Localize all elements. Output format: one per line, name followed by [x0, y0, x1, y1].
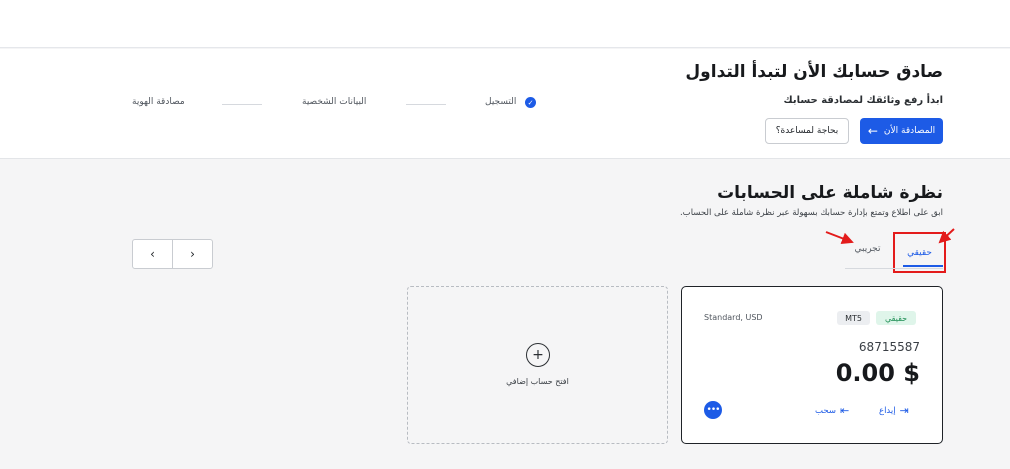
- tabs-divider: [845, 268, 943, 269]
- active-tab-indicator: [903, 265, 943, 267]
- card-pager: ‹ ›: [132, 239, 213, 269]
- verify-now-button[interactable]: المصادقة الأن ←: [860, 118, 943, 144]
- pager-next-button[interactable]: ›: [173, 240, 212, 268]
- check-icon: ✓: [525, 97, 536, 108]
- add-account-label: افتح حساب إضافي: [506, 377, 569, 386]
- verification-subtitle: ابدأ رفع وثائقك لمصادقة حسابك: [783, 95, 943, 106]
- verify-now-label: المصادقة الأن: [883, 126, 936, 136]
- account-number: 68715587: [858, 340, 920, 354]
- withdraw-button[interactable]: ⇤ سحب: [815, 404, 849, 417]
- account-type-badge: حقيقي: [876, 311, 916, 325]
- pager-prev-button[interactable]: ‹: [133, 240, 173, 268]
- plus-icon: +: [526, 343, 550, 367]
- step-divider: [222, 104, 262, 105]
- more-options-icon[interactable]: •••: [704, 401, 722, 419]
- deposit-icon: ⇥: [899, 404, 909, 417]
- need-help-button[interactable]: بحاجة لمساعدة؟: [765, 118, 849, 144]
- verification-title: صادق حسابك الأن لتبدأ التداول: [685, 62, 943, 82]
- accounts-title: نظرة شاملة على الحسابات: [717, 183, 943, 203]
- annotation-arrow-left: [825, 231, 854, 245]
- arrow-left-icon: ←: [867, 124, 878, 138]
- tab-demo[interactable]: تجريبي: [845, 244, 890, 254]
- step-personal-data: البيانات الشخصية: [302, 97, 367, 107]
- deposit-button[interactable]: ⇥ إيداع: [879, 404, 909, 417]
- step-registration: التسجيل: [485, 97, 517, 107]
- add-account-card[interactable]: + افتح حساب إضافي: [407, 286, 668, 444]
- account-balance: 0.00 $: [835, 359, 920, 387]
- step-divider: [406, 104, 446, 105]
- verification-banner: صادق حسابك الأن لتبدأ التداول ابدأ رفع و…: [0, 49, 1010, 159]
- deposit-label: إيداع: [879, 405, 896, 416]
- account-currency-type: Standard, USD: [704, 313, 763, 322]
- withdraw-icon: ⇤: [839, 404, 850, 417]
- step-identity-verification: مصادقة الهوية: [132, 97, 185, 107]
- top-bar: [0, 0, 1010, 48]
- withdraw-label: سحب: [815, 405, 836, 416]
- account-card[interactable]: حقيقي MT5 Standard, USD 68715587 0.00 $ …: [681, 286, 943, 444]
- platform-badge: MT5: [837, 311, 870, 325]
- accounts-subtitle: ابق على اطلاع وتمتع بإدارة حسابك بسهولة …: [679, 208, 943, 218]
